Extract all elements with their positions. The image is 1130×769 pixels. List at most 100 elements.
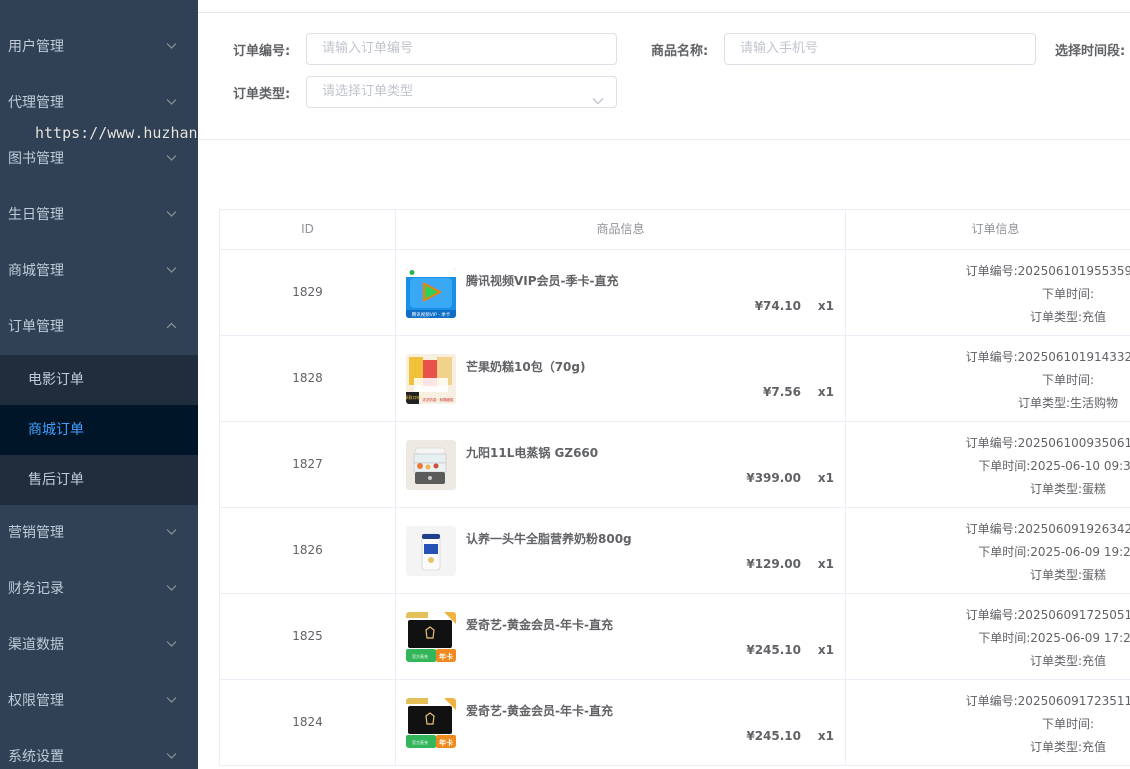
goods-name-placeholder: 请输入手机号 bbox=[740, 41, 819, 56]
sidebar-menu-item[interactable]: 渠道数据 bbox=[0, 617, 198, 673]
order-id: 1828 bbox=[220, 336, 396, 421]
table-header: ID 商品信息 订单信息 bbox=[220, 210, 1130, 250]
order-no-placeholder: 请输入订单编号 bbox=[322, 41, 414, 56]
sidebar-menu-item[interactable]: 订单管理 bbox=[0, 299, 198, 355]
goods-info-cell: 官方直充 年卡 爱奇艺-黄金会员-年卡-直充 ¥245.10 x1 bbox=[396, 594, 846, 679]
chevron-down-icon bbox=[592, 87, 604, 117]
sidebar-menu-item[interactable]: 生日管理 bbox=[0, 187, 198, 243]
chevron-down-icon bbox=[166, 673, 177, 729]
table-row[interactable]: 1828 多款口味 浓浓奶香 · 软糯细腻 芒果奶糕10包（70g) ¥7.56 x1 订单… bbox=[220, 336, 1130, 422]
product-quantity: x1 bbox=[817, 729, 834, 743]
col-order-info: 订单信息 bbox=[846, 210, 1130, 250]
sidebar-menu-item[interactable]: 代理管理 bbox=[0, 75, 198, 131]
product-name: 爱奇艺-黄金会员-年卡-直充 bbox=[466, 618, 613, 632]
goods-info-cell: 官方直充 年卡 爱奇艺-黄金会员-年卡-直充 ¥245.10 x1 bbox=[396, 680, 846, 765]
thumb-text: 官方直充 bbox=[412, 653, 428, 659]
product-quantity: x1 bbox=[817, 299, 834, 313]
thumb-text: 腾讯视频VIP · 季卡 bbox=[412, 311, 451, 318]
product-price: ¥399.00 bbox=[746, 471, 801, 485]
col-id: ID bbox=[220, 210, 396, 250]
order-type: 订单类型:蛋糕 bbox=[1029, 482, 1107, 496]
order-type-select[interactable]: 请选择订单类型 bbox=[306, 76, 617, 108]
chevron-up-icon bbox=[166, 299, 177, 355]
order-id: 1827 bbox=[220, 422, 396, 507]
order-info-cell: 订单编号:20250609172351194512 下单时间: 订单类型:充值 bbox=[846, 680, 1130, 765]
sidebar-menu-item[interactable]: 商城管理 bbox=[0, 243, 198, 299]
product-price: ¥245.10 bbox=[746, 643, 801, 657]
product-price: ¥7.56 bbox=[763, 385, 801, 399]
submenu-label: 商城订单 bbox=[28, 422, 84, 438]
thumb-text: 多款口味 bbox=[406, 394, 421, 400]
menu-label: 订单管理 bbox=[8, 319, 64, 335]
product-quantity: x1 bbox=[817, 557, 834, 571]
order-type: 订单类型:充值 bbox=[1029, 310, 1107, 324]
order-type-placeholder: 请选择订单类型 bbox=[322, 84, 414, 99]
submenu-item[interactable]: 电影订单 bbox=[0, 355, 198, 405]
sidebar-menu-item[interactable]: 用户管理 bbox=[0, 19, 198, 75]
order-type: 订单类型:蛋糕 bbox=[1029, 568, 1107, 582]
order-number: 订单编号:20250609192634288941 bbox=[965, 522, 1130, 536]
sidebar-menu-item[interactable]: 系统设置 bbox=[0, 729, 198, 769]
product-image: 官方直充 年卡 bbox=[406, 698, 456, 748]
order-no-input[interactable]: 请输入订单编号 bbox=[306, 33, 617, 65]
sidebar-menu-item[interactable]: 图书管理 bbox=[0, 131, 198, 187]
goods-info-cell: 九阳11L电蒸锅 GZ660 ¥399.00 x1 bbox=[396, 422, 846, 507]
goods-name-input[interactable]: 请输入手机号 bbox=[724, 33, 1036, 65]
order-info-cell: 订单编号:20250610191433246995 下单时间: 订单类型:生活购物 bbox=[846, 336, 1130, 421]
sidebar-menu-item[interactable]: 财务记录 bbox=[0, 561, 198, 617]
order-id: 1825 bbox=[220, 594, 396, 679]
order-number: 订单编号:20250610195535902922 bbox=[965, 264, 1130, 278]
chevron-down-icon bbox=[166, 617, 177, 673]
thumb-text: 年卡 bbox=[439, 738, 453, 747]
order-number: 订单编号:20250610093506127379 bbox=[965, 436, 1130, 450]
goods-info-cell: 认养一头牛全脂营养奶粉800g ¥129.00 x1 bbox=[396, 508, 846, 593]
order-type: 订单类型:充值 bbox=[1029, 740, 1107, 754]
order-number: 订单编号:20250609172505194578 bbox=[965, 608, 1130, 622]
table-row[interactable]: 1827 九阳11L电蒸锅 GZ660 ¥399.00 x1 订单编号:20250610… bbox=[220, 422, 1130, 508]
table-row[interactable]: 1824 官方直充 年卡 爱奇艺-黄金会员-年卡-直充 ¥245.10 x1 订单编号:20… bbox=[220, 680, 1130, 766]
chevron-down-icon bbox=[166, 243, 177, 299]
thumb-text: 年卡 bbox=[439, 652, 453, 661]
order-time: 下单时间: bbox=[1041, 287, 1095, 301]
order-type-label: 订单类型: bbox=[233, 87, 291, 102]
submenu-item[interactable]: 商城订单 bbox=[0, 405, 198, 455]
order-info-cell: 订单编号:20250610093506127379 下单时间:2025-06-10… bbox=[846, 422, 1130, 507]
product-quantity: x1 bbox=[817, 643, 834, 657]
order-number: 订单编号:20250610191433246995 bbox=[965, 350, 1130, 364]
order-time: 下单时间:2025-06-10 09:35:07 bbox=[978, 459, 1130, 473]
menu-label: 财务记录 bbox=[8, 581, 64, 597]
menu-label: 营销管理 bbox=[8, 525, 64, 541]
product-quantity: x1 bbox=[817, 385, 834, 399]
chevron-down-icon bbox=[166, 131, 177, 187]
product-price: ¥129.00 bbox=[746, 557, 801, 571]
main-content: 订单编号: 请输入订单编号 商品名称: 请输入手机号 选择时间段: 订单类型: … bbox=[198, 0, 1130, 769]
product-image bbox=[406, 440, 456, 490]
submenu-label: 电影订单 bbox=[28, 372, 84, 388]
product-name: 芒果奶糕10包（70g) bbox=[466, 360, 586, 374]
order-time: 下单时间: bbox=[1041, 373, 1095, 387]
chevron-down-icon bbox=[166, 505, 177, 561]
goods-info-cell: 腾讯视频VIP · 季卡 腾讯视频VIP会员-季卡-直充 ¥74.10 x1 bbox=[396, 250, 846, 335]
menu-label: 系统设置 bbox=[8, 749, 64, 765]
table-body: 1829 腾讯视频VIP · 季卡 腾讯视频VIP会员-季卡-直充 ¥74.10 x1 订… bbox=[220, 250, 1130, 766]
thumb-text: 浓浓奶香 · 软糯细腻 bbox=[422, 397, 454, 402]
table-row[interactable]: 1829 腾讯视频VIP · 季卡 腾讯视频VIP会员-季卡-直充 ¥74.10 x1 订… bbox=[220, 250, 1130, 336]
sidebar-menu-item[interactable]: 营销管理 bbox=[0, 505, 198, 561]
thumb-text: 官方直充 bbox=[412, 739, 428, 745]
product-image: 多款口味 浓浓奶香 · 软糯细腻 bbox=[406, 354, 456, 404]
table-row[interactable]: 1826 认养一头牛全脂营养奶粉800g ¥129.00 x1 订单编号:2025060… bbox=[220, 508, 1130, 594]
header-divider bbox=[198, 12, 1130, 13]
order-id: 1829 bbox=[220, 250, 396, 335]
menu-label: 渠道数据 bbox=[8, 637, 64, 653]
chevron-down-icon bbox=[166, 19, 177, 75]
product-name: 九阳11L电蒸锅 GZ660 bbox=[466, 446, 599, 460]
submenu-item[interactable]: 售后订单 bbox=[0, 455, 198, 505]
table-row[interactable]: 1825 官方直充 年卡 爱奇艺-黄金会员-年卡-直充 ¥245.10 x1 订单编号:20… bbox=[220, 594, 1130, 680]
order-type: 订单类型:生活购物 bbox=[1017, 396, 1119, 410]
product-image: 腾讯视频VIP · 季卡 bbox=[406, 268, 456, 318]
sidebar-menu-item[interactable]: 权限管理 bbox=[0, 673, 198, 729]
product-price: ¥245.10 bbox=[746, 729, 801, 743]
col-goods-info: 商品信息 bbox=[396, 210, 846, 250]
filter-divider bbox=[198, 139, 1130, 140]
menu-label: 代理管理 bbox=[8, 95, 64, 111]
